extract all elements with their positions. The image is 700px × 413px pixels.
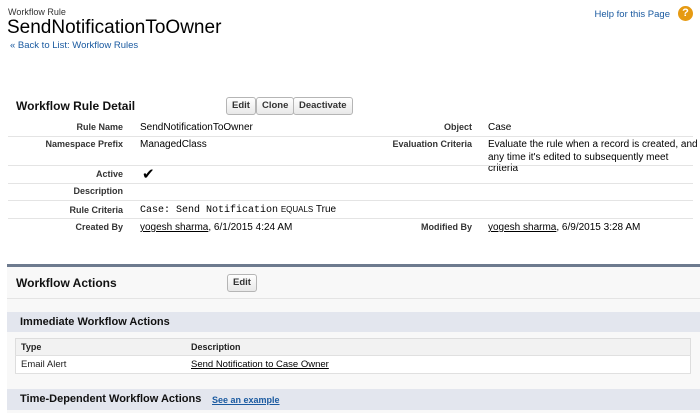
evaluation-criteria-line1: Evaluate the rule when a record is creat… (488, 139, 698, 150)
table-header-row: Type Description (15, 338, 691, 356)
divider (8, 165, 693, 166)
immediate-actions-title: Immediate Workflow Actions (20, 316, 170, 328)
actions-edit-button[interactable]: Edit (227, 274, 257, 292)
page-title: SendNotificationToOwner (7, 17, 222, 38)
see-example-link[interactable]: See an example (212, 395, 280, 405)
modified-date: , 6/9/2015 3:28 AM (556, 222, 641, 233)
created-by-user-link[interactable]: yogesh sharma (140, 222, 208, 233)
divider (7, 298, 700, 299)
criteria-field: Case: Send Notification (140, 205, 279, 216)
divider (8, 200, 693, 201)
action-type: Email Alert (15, 355, 186, 374)
modified-by-label: Modified By (421, 222, 472, 232)
active-label: Active (95, 169, 123, 179)
immediate-actions-table: Type Description Email Alert Send Notifica… (15, 338, 691, 374)
workflow-actions-title: Workflow Actions (16, 276, 117, 290)
divider (8, 218, 693, 219)
criteria-value: True (315, 204, 337, 215)
created-by-value: yogesh sharma, 6/1/2015 4:24 AM (140, 222, 292, 233)
checkmark-icon: ✔ (142, 166, 155, 183)
modified-by-value: yogesh sharma, 6/9/2015 3:28 AM (488, 222, 640, 233)
rule-name-label: Rule Name (76, 122, 123, 132)
namespace-label: Namespace Prefix (45, 139, 123, 149)
column-type: Type (15, 338, 186, 356)
divider (8, 183, 693, 184)
clone-button[interactable]: Clone (256, 97, 295, 115)
evaluation-criteria-line2: any time it's edited to subsequently mee… (488, 152, 669, 174)
object-value: Case (488, 122, 512, 133)
description-label: Description (73, 186, 123, 196)
namespace-value: ManagedClass (140, 139, 207, 150)
back-to-list-link[interactable]: « Back to List: Workflow Rules (10, 40, 138, 51)
time-dependent-title: Time-Dependent Workflow Actions (20, 393, 202, 405)
help-icon[interactable]: ? (678, 6, 693, 21)
criteria-operator: EQUALS (280, 205, 314, 214)
created-date: , 6/1/2015 4:24 AM (208, 222, 293, 233)
rule-criteria-value: Case: Send Notification EQUALS True (140, 204, 336, 216)
table-row: Email Alert Send Notification to Case Own… (15, 355, 691, 374)
evaluation-criteria-label: Evaluation Criteria (392, 139, 472, 149)
deactivate-button[interactable]: Deactivate (293, 97, 353, 115)
edit-button[interactable]: Edit (226, 97, 256, 115)
object-label: Object (443, 122, 472, 132)
detail-title: Workflow Rule Detail (16, 99, 136, 113)
rule-criteria-label: Rule Criteria (69, 205, 123, 215)
action-description-link[interactable]: Send Notification to Case Owner (191, 359, 329, 370)
column-description: Description (186, 338, 691, 356)
divider (8, 136, 693, 137)
help-link[interactable]: Help for this Page (594, 9, 670, 20)
modified-by-user-link[interactable]: yogesh sharma (488, 222, 556, 233)
breadcrumb: Workflow Rule (8, 7, 66, 17)
rule-name-value: SendNotificationToOwner (140, 122, 253, 133)
created-by-label: Created By (75, 222, 123, 232)
